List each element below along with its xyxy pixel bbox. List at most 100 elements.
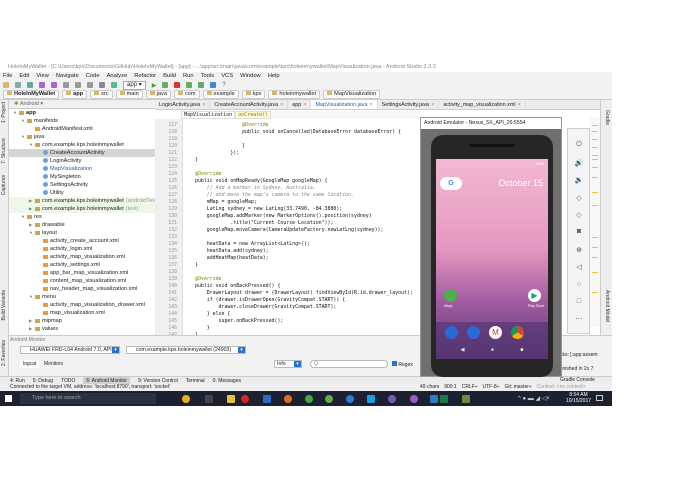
favorites-tool-tab[interactable]: 2: Favorites bbox=[1, 340, 7, 366]
menu-run[interactable]: Run bbox=[183, 72, 194, 80]
breadcrumb-item[interactable]: src bbox=[90, 90, 113, 99]
stop-icon[interactable] bbox=[174, 82, 181, 88]
tree-item[interactable]: nav_header_map_visualization.xml bbox=[9, 285, 155, 293]
rotate-right-icon[interactable]: ◇ bbox=[574, 211, 584, 219]
tree-item[interactable]: activity_map_visualization_drawer.xml bbox=[9, 301, 155, 309]
firefox-icon[interactable] bbox=[284, 395, 292, 403]
project-tool-tab[interactable]: 1: Project bbox=[1, 102, 7, 123]
tree-item[interactable]: LoginActivity bbox=[9, 157, 155, 165]
undo-icon[interactable] bbox=[39, 82, 45, 88]
project-view-select[interactable]: ✱ Android ▾ bbox=[9, 100, 155, 109]
close-tab-icon[interactable]: × bbox=[303, 102, 306, 108]
tree-item[interactable]: CreateAccountActivity bbox=[9, 149, 155, 157]
menu-file[interactable]: File bbox=[3, 72, 12, 80]
breadcrumb-item[interactable]: app bbox=[62, 90, 88, 99]
breadcrumb-item[interactable]: com bbox=[173, 90, 200, 99]
menu-analyze[interactable]: Analyze bbox=[107, 72, 128, 80]
app-icon[interactable] bbox=[305, 395, 313, 403]
debug-icon[interactable] bbox=[162, 82, 169, 88]
chrome-icon[interactable] bbox=[182, 395, 190, 403]
breadcrumb-item[interactable]: kpx bbox=[241, 90, 266, 99]
tree-item[interactable]: ▼ manifests bbox=[9, 117, 155, 125]
gradle-console-button[interactable]: Gradle Console bbox=[560, 376, 595, 384]
menu-code[interactable]: Code bbox=[86, 72, 100, 80]
breadcrumb-item[interactable]: java bbox=[145, 90, 171, 99]
tree-item[interactable]: activity_create_account.xml bbox=[9, 237, 155, 245]
tree-item[interactable]: map_visualization.xml bbox=[9, 309, 155, 317]
rotate-left-icon[interactable]: ◇ bbox=[574, 194, 584, 202]
app-window-icon[interactable] bbox=[462, 395, 470, 403]
tool-button-messages[interactable]: 0: Messages bbox=[213, 377, 241, 384]
run-config-select[interactable]: app ▾ bbox=[123, 80, 146, 90]
taskbar-clock[interactable]: 8:54 AM 10/15/2017 bbox=[566, 392, 591, 404]
breadcrumb-item[interactable]: example bbox=[202, 90, 239, 99]
close-tab-icon[interactable]: × bbox=[280, 102, 283, 108]
tree-item[interactable]: ▼ layout bbox=[9, 229, 155, 237]
github-icon[interactable] bbox=[410, 395, 418, 403]
open-icon[interactable] bbox=[3, 82, 9, 88]
menu-build[interactable]: Build bbox=[163, 72, 176, 80]
warning-marker[interactable] bbox=[592, 272, 598, 273]
editor-tab[interactable]: SettingsActivity.java × bbox=[378, 100, 440, 109]
warning-marker[interactable] bbox=[592, 247, 598, 248]
tree-item[interactable]: ▼ java bbox=[9, 133, 155, 141]
device-select[interactable]: HUAWEI FRD-L04 Android 7.0, API 24 bbox=[20, 346, 120, 354]
crumb-method[interactable]: onCreate() bbox=[235, 111, 272, 119]
tree-item[interactable]: ▶ mipmap bbox=[9, 317, 155, 325]
tree-item[interactable]: ▶ com.example.kpx.holeinmywallet (androidT… bbox=[9, 197, 155, 205]
editor-tab[interactable]: activity_map_visualization.xml × bbox=[439, 100, 526, 109]
menu-edit[interactable]: Edit bbox=[19, 72, 29, 80]
find-icon[interactable] bbox=[99, 82, 105, 88]
windows-start-icon[interactable] bbox=[5, 395, 12, 402]
tree-item[interactable]: activity_map_visualization.xml bbox=[9, 253, 155, 261]
nav-buttons[interactable]: ◀ ● ■ bbox=[436, 347, 548, 353]
warning-marker[interactable] bbox=[592, 139, 598, 140]
tree-item[interactable]: MySingleton bbox=[9, 173, 155, 181]
back-icon[interactable]: ◁ bbox=[574, 263, 584, 271]
code-editor[interactable]: @Override public void onCancelled(Databa… bbox=[183, 119, 423, 335]
tool-button-debug[interactable]: 5: Debug bbox=[33, 377, 53, 384]
status-encoding[interactable]: UTF-8÷ bbox=[483, 384, 500, 391]
logcat-tab[interactable]: logcat bbox=[20, 360, 40, 368]
tree-item[interactable]: app_bar_map_visualization.xml bbox=[9, 269, 155, 277]
phone-app-icon[interactable] bbox=[445, 326, 458, 339]
edge-icon[interactable] bbox=[346, 395, 354, 403]
tree-item[interactable]: ▼ menu bbox=[9, 293, 155, 301]
volume-up-icon[interactable]: 🔊 bbox=[574, 159, 584, 167]
menu-vcs[interactable]: VCS bbox=[221, 72, 233, 80]
status-git-branch[interactable]: Git: master÷ bbox=[504, 384, 531, 391]
crumb-class[interactable]: MapVisualization bbox=[181, 111, 236, 119]
tool-button-terminal[interactable]: Terminal bbox=[186, 377, 205, 384]
warning-marker[interactable] bbox=[592, 292, 598, 293]
breadcrumb-item[interactable]: MapVisualization bbox=[323, 90, 381, 99]
breadcrumb-item[interactable]: main bbox=[115, 90, 143, 99]
tree-item[interactable]: ▶ com.example.kpx.holeinmywallet (test) bbox=[9, 205, 155, 213]
status-position[interactable]: 900:1 bbox=[444, 384, 457, 391]
warning-marker[interactable] bbox=[592, 205, 598, 206]
tree-item[interactable]: activity_settings.xml bbox=[9, 261, 155, 269]
chrome-app-icon[interactable] bbox=[511, 326, 524, 339]
warning-marker[interactable] bbox=[592, 159, 598, 160]
sdk-manager-icon[interactable] bbox=[198, 82, 205, 88]
tree-item[interactable]: ▶ values bbox=[9, 325, 155, 333]
make-icon[interactable] bbox=[111, 82, 117, 88]
device-monitor-icon[interactable] bbox=[210, 82, 217, 88]
more-icon[interactable]: ⋯ bbox=[574, 315, 584, 323]
regex-checkbox[interactable]: Regex bbox=[392, 361, 413, 368]
terminal-icon[interactable] bbox=[205, 395, 213, 403]
menu-view[interactable]: View bbox=[36, 72, 48, 80]
build-variants-tool-tab[interactable]: Build Variants bbox=[1, 290, 7, 320]
camera-icon[interactable]: ◙ bbox=[574, 228, 584, 235]
date-widget[interactable]: October 15 bbox=[498, 178, 543, 188]
android-model-tool-tab[interactable]: Android Model bbox=[604, 290, 610, 322]
warning-marker[interactable] bbox=[592, 237, 598, 238]
opera-icon[interactable] bbox=[241, 395, 249, 403]
cut-icon[interactable] bbox=[63, 82, 69, 88]
paste-icon[interactable] bbox=[87, 82, 93, 88]
maps-app-icon[interactable] bbox=[444, 289, 457, 302]
close-tab-icon[interactable]: × bbox=[518, 102, 521, 108]
tree-item[interactable]: ▼ com.example.kpx.holeinmywallet bbox=[9, 141, 155, 149]
action-center-icon[interactable] bbox=[596, 395, 603, 401]
menu-refactor[interactable]: Refactor bbox=[134, 72, 156, 80]
android-studio-icon[interactable] bbox=[325, 395, 333, 403]
